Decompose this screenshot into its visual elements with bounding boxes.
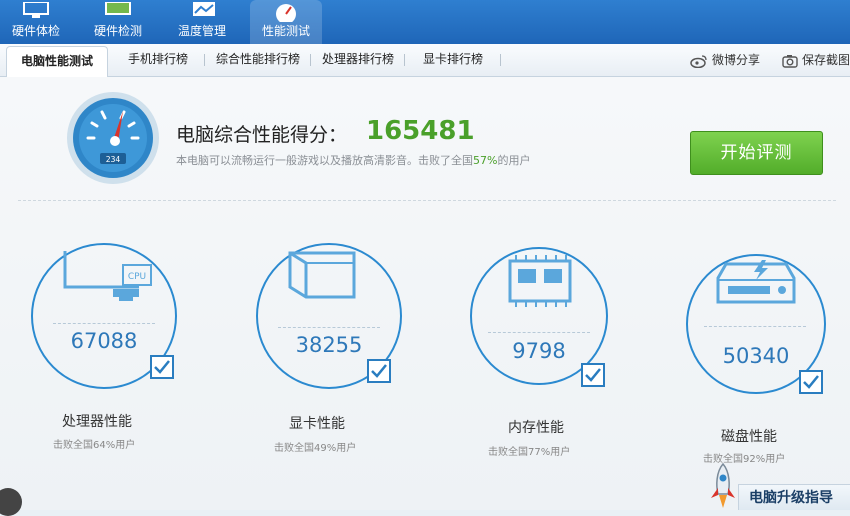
metric-name: 磁盘性能 (721, 429, 777, 445)
metric-dashed-line (488, 332, 590, 334)
speedometer-icon (276, 4, 296, 22)
weibo-share-button[interactable]: 微博分享 (690, 44, 760, 76)
metric-disk[interactable]: 50340 磁盘性能 击败全国92%用户 (686, 254, 836, 465)
speedometer-gauge-icon: 234 (67, 92, 159, 184)
nav-hardware-detect[interactable]: 硬件检测 (82, 0, 154, 44)
weibo-share-label: 微博分享 (712, 53, 761, 67)
score-title: 电脑综合性能得分： (176, 124, 348, 146)
monitor-icon (105, 2, 131, 15)
score-subtitle: 本电脑可以流畅运行一般游戏以及播放高清影音。击败了全国57%的用户 (176, 152, 530, 168)
rocket-icon (711, 462, 735, 508)
section-divider (18, 200, 836, 202)
tab-overall-ranking[interactable]: 综合性能排行榜 (210, 44, 306, 76)
tab-gpu-ranking[interactable]: 显卡排行榜 (410, 44, 496, 76)
memory-chip-icon (508, 255, 572, 307)
score-percentile: 57% (473, 154, 498, 167)
tab-separator (310, 54, 311, 66)
metric-dashed-line (278, 327, 380, 329)
metric-description: 击败全国49%用户 (274, 443, 357, 454)
check-icon (367, 359, 391, 383)
nav-hardware-checkup[interactable]: 硬件体检 (0, 0, 72, 44)
top-nav: 硬件体检 硬件检测 温度管理 性能测试 (0, 0, 850, 44)
tab-separator (204, 54, 205, 66)
metric-description: 击败全国77%用户 (488, 447, 571, 458)
save-screenshot-button[interactable]: 保存截图 (782, 44, 850, 76)
check-icon (150, 355, 174, 379)
corner-avatar (0, 488, 22, 516)
metric-name: 内存性能 (508, 420, 564, 436)
metric-description: 击败全国64%用户 (53, 440, 136, 451)
check-icon (581, 363, 605, 387)
metric-value: 67088 (70, 329, 138, 353)
camera-icon (782, 54, 798, 68)
nav-temperature[interactable]: 温度管理 (166, 0, 238, 44)
nav-label: 性能测试 (261, 24, 310, 38)
metric-dashed-line (53, 323, 155, 325)
svg-text:CPU: CPU (128, 272, 146, 282)
metric-value: 50340 (722, 344, 790, 368)
metric-value: 9798 (512, 339, 566, 363)
metric-name: 处理器性能 (62, 414, 132, 430)
metric-cpu[interactable]: CPU 67088 处理器性能 击败全国64%用户 (31, 243, 181, 463)
upgrade-guide-button[interactable]: 电脑升级指导 (738, 484, 850, 510)
nav-label: 硬件检测 (93, 24, 142, 38)
metric-value: 38255 (295, 333, 363, 357)
score-subtitle-prefix: 本电脑可以流畅运行一般游戏以及播放高清影音。击败了全国 (176, 154, 473, 167)
graphics-cube-icon (288, 251, 356, 299)
save-screenshot-label: 保存截图 (802, 53, 850, 67)
metric-name: 显卡性能 (289, 416, 345, 432)
chart-icon (193, 2, 215, 16)
score-value: 165481 (366, 116, 475, 146)
start-benchmark-button[interactable]: 开始评测 (690, 131, 823, 175)
tab-separator (500, 54, 501, 66)
metric-dashed-line (704, 326, 806, 328)
tab-phone-ranking[interactable]: 手机排行榜 (116, 44, 200, 76)
tab-separator (404, 54, 405, 66)
metric-gpu[interactable]: 38255 显卡性能 击败全国49%用户 (256, 243, 406, 463)
tab-cpu-ranking[interactable]: 处理器排行榜 (316, 44, 400, 76)
hard-disk-icon (716, 260, 796, 304)
weibo-icon (690, 54, 707, 68)
check-icon (799, 370, 823, 394)
sub-tabs: 电脑性能测试 手机排行榜 综合性能排行榜 处理器排行榜 显卡排行榜 微博分享 保… (0, 44, 850, 77)
tab-pc-performance[interactable]: 电脑性能测试 (6, 46, 108, 77)
nav-label: 硬件体检 (11, 24, 60, 38)
score-subtitle-suffix: 的用户 (497, 154, 531, 167)
gauge-readout: 234 (106, 155, 121, 164)
nav-performance[interactable]: 性能测试 (250, 0, 322, 44)
nav-label: 温度管理 (177, 24, 226, 38)
monitor-icon (23, 2, 49, 18)
metric-memory[interactable]: 9798 内存性能 击败全国77%用户 (470, 247, 620, 467)
cpu-monitor-icon: CPU (63, 251, 152, 301)
